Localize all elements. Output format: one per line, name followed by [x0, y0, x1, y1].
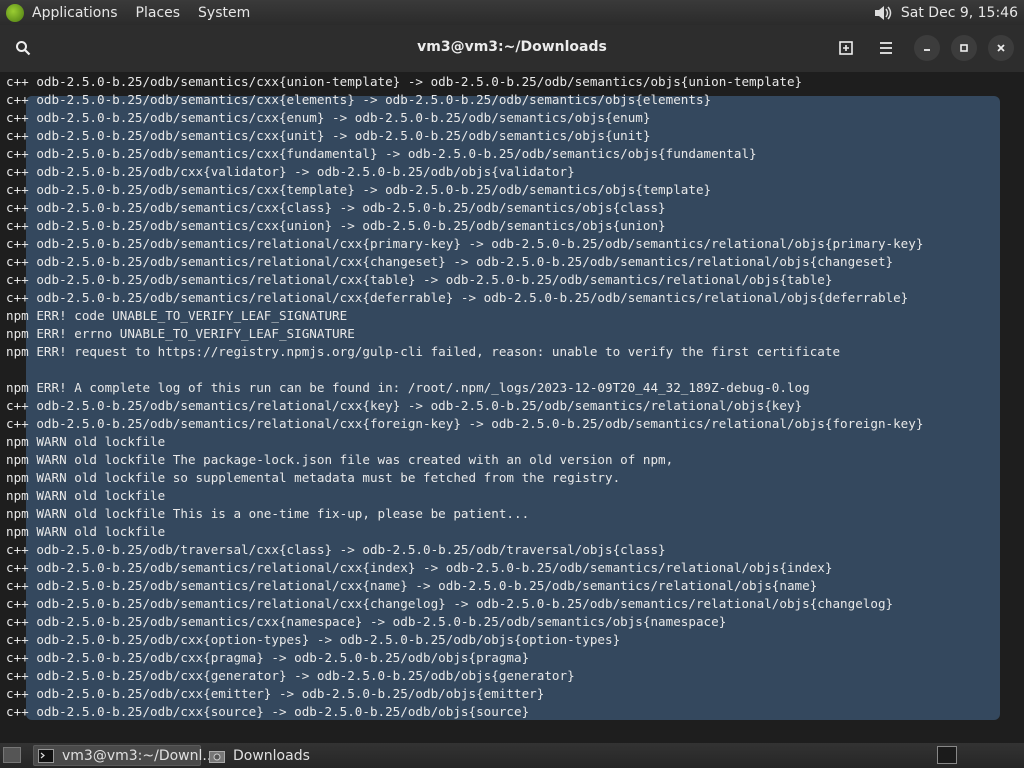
terminal-line: npm ERR! errno UNABLE_TO_VERIFY_LEAF_SIG… — [6, 326, 355, 341]
terminal-line: c++ odb-2.5.0-b.25/odb/cxx{validator} ->… — [6, 164, 575, 179]
terminal-line: c++ odb-2.5.0-b.25/odb/cxx{generator} ->… — [6, 668, 575, 683]
terminal-line: c++ odb-2.5.0-b.25/odb/semantics/relatio… — [6, 578, 818, 593]
terminal-line: c++ odb-2.5.0-b.25/odb/semantics/cxx{ele… — [6, 92, 712, 107]
terminal-line: c++ odb-2.5.0-b.25/odb/semantics/cxx{fun… — [6, 146, 757, 161]
terminal-line: npm WARN old lockfile so supplemental me… — [6, 470, 621, 485]
task-label: vm3@vm3:~/Downl... — [62, 747, 216, 764]
minimize-icon[interactable] — [914, 35, 940, 61]
task-downloads[interactable]: Downloads — [205, 745, 370, 766]
window-title: vm3@vm3:~/Downloads — [417, 39, 607, 55]
titlebar[interactable]: vm3@vm3:~/Downloads — [0, 25, 1024, 73]
clock[interactable]: Sat Dec 9, 15:46 — [901, 5, 1018, 21]
menu-places[interactable]: Places — [136, 5, 181, 21]
top-panel: Applications Places System Sat Dec 9, 15… — [0, 0, 1024, 25]
terminal-line: npm WARN old lockfile This is a one-time… — [6, 506, 530, 521]
terminal-line: npm ERR! request to https://registry.npm… — [6, 344, 841, 359]
terminal-lines: c++ odb-2.5.0-b.25/odb/semantics/cxx{uni… — [6, 73, 923, 721]
terminal-line: c++ odb-2.5.0-b.25/odb/semantics/cxx{tem… — [6, 182, 712, 197]
terminal-line: c++ odb-2.5.0-b.25/odb/cxx{option-types}… — [6, 632, 621, 647]
terminal-line: npm ERR! code UNABLE_TO_VERIFY_LEAF_SIGN… — [6, 308, 348, 323]
show-desktop-icon[interactable] — [3, 747, 21, 763]
terminal-line: c++ odb-2.5.0-b.25/odb/semantics/cxx{uni… — [6, 128, 651, 143]
terminal-line: npm ERR! A complete log of this run can … — [6, 380, 810, 395]
terminal-line: npm WARN old lockfile The package-lock.j… — [6, 452, 674, 467]
menu-applications[interactable]: Applications — [32, 5, 118, 21]
task-terminal[interactable]: vm3@vm3:~/Downl... — [33, 745, 216, 766]
menu-icon[interactable] — [873, 35, 899, 61]
terminal-line: c++ odb-2.5.0-b.25/odb/semantics/cxx{uni… — [6, 218, 666, 233]
terminal-line: c++ odb-2.5.0-b.25/odb/semantics/cxx{cla… — [6, 200, 666, 215]
terminal-line: c++ odb-2.5.0-b.25/odb/semantics/cxx{nam… — [6, 614, 727, 629]
new-tab-icon[interactable] — [834, 35, 860, 61]
terminal-line: npm WARN old lockfile — [6, 524, 166, 539]
terminal-line: c++ odb-2.5.0-b.25/odb/semantics/relatio… — [6, 290, 909, 305]
terminal-line: c++ odb-2.5.0-b.25/odb/cxx{source} -> od… — [6, 704, 530, 719]
terminal-icon — [38, 748, 54, 763]
bottom-panel: vm3@vm3:~/Downl... Downloads — [0, 743, 1024, 768]
terminal-line: c++ odb-2.5.0-b.25/odb/semantics/relatio… — [6, 236, 924, 251]
terminal-line: c++ odb-2.5.0-b.25/odb/semantics/cxx{enu… — [6, 110, 651, 125]
volume-icon[interactable] — [873, 3, 893, 23]
terminal-output[interactable]: c++ odb-2.5.0-b.25/odb/semantics/cxx{uni… — [0, 72, 1024, 743]
close-icon[interactable] — [988, 35, 1014, 61]
terminal-line: c++ odb-2.5.0-b.25/odb/semantics/relatio… — [6, 272, 833, 287]
terminal-window: vm3@vm3:~/Downloads c++ odb-2.5.0-b.25/o… — [0, 25, 1024, 743]
terminal-line: c++ odb-2.5.0-b.25/odb/cxx{emitter} -> o… — [6, 686, 545, 701]
terminal-line: c++ odb-2.5.0-b.25/odb/cxx{pragma} -> od… — [6, 650, 530, 665]
terminal-line: c++ odb-2.5.0-b.25/odb/semantics/cxx{uni… — [6, 74, 803, 89]
workspace-switcher[interactable] — [937, 746, 957, 764]
terminal-line: c++ odb-2.5.0-b.25/odb/semantics/relatio… — [6, 254, 894, 269]
gnome-foot-logo-icon[interactable] — [6, 3, 24, 22]
terminal-line: c++ odb-2.5.0-b.25/odb/semantics/relatio… — [6, 560, 833, 575]
maximize-icon[interactable] — [951, 35, 977, 61]
menu-system[interactable]: System — [198, 5, 250, 21]
terminal-line: npm WARN old lockfile — [6, 434, 166, 449]
terminal-line: npm WARN old lockfile — [6, 488, 166, 503]
terminal-line: c++ odb-2.5.0-b.25/odb/semantics/relatio… — [6, 596, 894, 611]
terminal-line: c++ odb-2.5.0-b.25/odb/traversal/cxx{cla… — [6, 542, 666, 557]
terminal-line: c++ odb-2.5.0-b.25/odb/semantics/relatio… — [6, 398, 803, 413]
terminal-line: c++ odb-2.5.0-b.25/odb/semantics/relatio… — [6, 416, 924, 431]
task-label: Downloads — [233, 747, 310, 764]
file-manager-icon — [209, 749, 225, 763]
